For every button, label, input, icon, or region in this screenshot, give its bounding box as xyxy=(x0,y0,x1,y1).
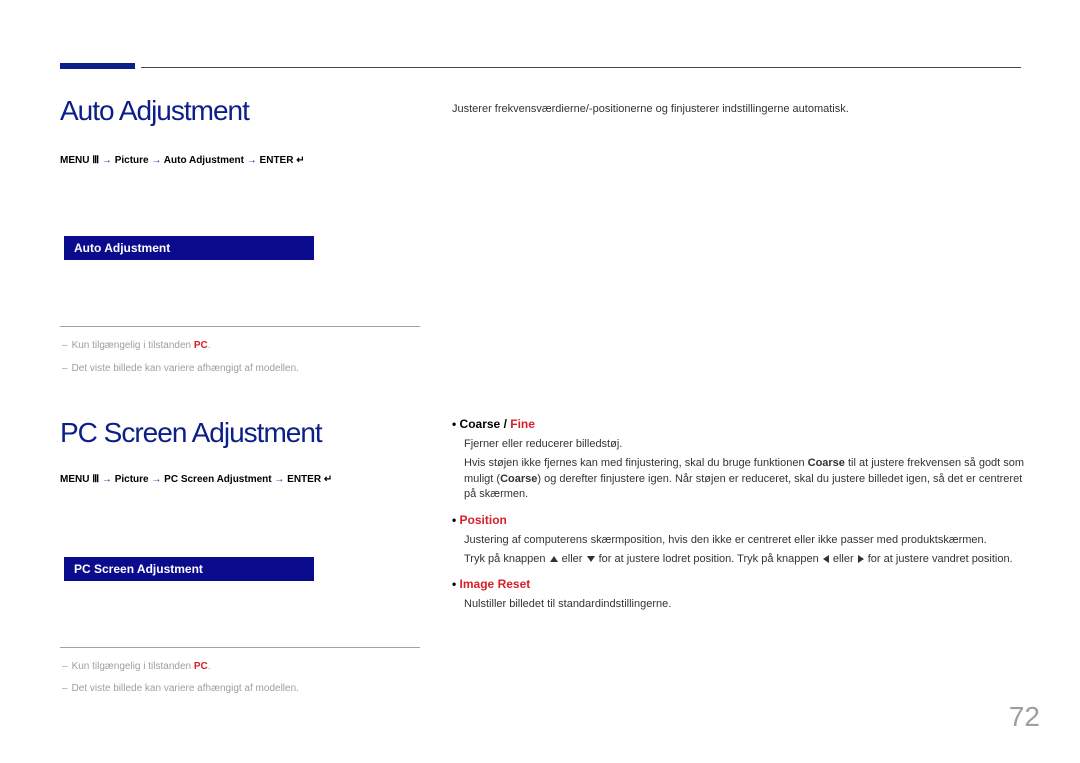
divider-2 xyxy=(60,647,420,648)
footnote-1a: –Kun tilgængelig i tilstanden PC. xyxy=(62,340,211,351)
page-number: 72 xyxy=(1009,701,1040,733)
breadcrumb-part: PC Screen Adjustment xyxy=(164,474,271,485)
page: Auto Adjustment MENU Ⅲ → Picture → Auto … xyxy=(0,0,1080,763)
right-icon xyxy=(858,555,864,563)
breadcrumb-pc: MENU Ⅲ → Picture → PC Screen Adjustment … xyxy=(60,474,332,485)
menu-bar-auto: Auto Adjustment xyxy=(64,236,314,260)
menu-bar-label: PC Screen Adjustment xyxy=(74,562,203,576)
breadcrumb-menu: MENU Ⅲ xyxy=(60,155,99,166)
breadcrumb-enter: ENTER ↵ xyxy=(260,155,305,166)
header-accent xyxy=(60,63,135,69)
menu-bar-label: Auto Adjustment xyxy=(74,241,170,255)
footnote-2b: –Det viste billede kan variere afhængigt… xyxy=(62,683,299,694)
breadcrumb-auto: MENU Ⅲ → Picture → Auto Adjustment → ENT… xyxy=(60,155,305,166)
breadcrumb-part: Picture xyxy=(115,155,149,166)
breadcrumb-menu: MENU Ⅲ xyxy=(60,474,99,485)
breadcrumb-sep: → xyxy=(151,155,163,166)
breadcrumb-sep: → xyxy=(102,474,115,485)
up-icon xyxy=(550,556,558,562)
pc-screen-items: • Coarse / Fine Fjerner eller reducerer … xyxy=(452,417,1027,613)
item-position-desc1: Justering af computerens skærmposition, … xyxy=(464,533,1027,548)
footnote-1b: –Det viste billede kan variere afhængigt… xyxy=(62,363,299,374)
footnote-2a: –Kun tilgængelig i tilstanden PC. xyxy=(62,661,211,672)
breadcrumb-part: Auto Adjustment xyxy=(164,155,244,166)
item-reset-title: • Image Reset xyxy=(452,577,1027,591)
down-icon xyxy=(587,556,595,562)
item-position-desc2: Tryk på knappen eller for at justere lod… xyxy=(464,552,1027,567)
breadcrumb-sep: → xyxy=(247,155,260,166)
breadcrumb-sep: → xyxy=(102,155,115,166)
breadcrumb-part: Picture xyxy=(115,474,149,485)
left-icon xyxy=(823,555,829,563)
breadcrumb-sep: → xyxy=(151,474,164,485)
breadcrumb-enter: ENTER ↵ xyxy=(287,474,332,485)
item-reset-desc: Nulstiller billedet til standardindstill… xyxy=(464,597,1027,612)
section-title-auto: Auto Adjustment xyxy=(60,95,249,127)
item-position-title: • Position xyxy=(452,513,1027,527)
item-coarse-desc1: Fjerner eller reducerer billedstøj. xyxy=(464,437,1027,452)
breadcrumb-sep: → xyxy=(274,474,287,485)
header-rule xyxy=(141,67,1021,68)
auto-adjust-desc: Justerer frekvensværdierne/-positionerne… xyxy=(452,102,1012,117)
section-title-pc: PC Screen Adjustment xyxy=(60,417,322,449)
item-coarse-title: • Coarse / Fine xyxy=(452,417,1027,431)
menu-bar-pc: PC Screen Adjustment xyxy=(64,557,314,581)
item-coarse-desc2: Hvis støjen ikke fjernes kan med finjust… xyxy=(464,456,1027,502)
divider-1 xyxy=(60,326,420,327)
